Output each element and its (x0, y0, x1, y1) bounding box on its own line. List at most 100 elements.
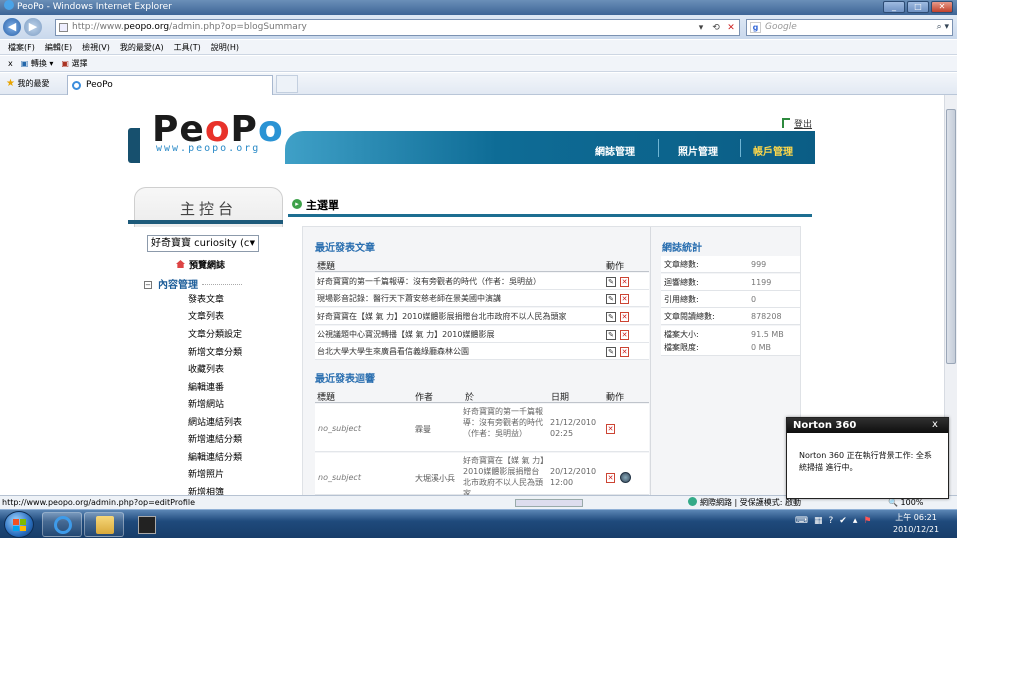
sidebar-item-add-link-category[interactable]: 新增連結分類 (188, 432, 242, 445)
edit-icon[interactable]: ✎ (606, 294, 616, 304)
sidebar-item-category-settings[interactable]: 文章分類設定 (188, 327, 242, 340)
refresh-icon[interactable]: ⟲ (710, 21, 722, 36)
delete-icon[interactable]: ✕ (620, 330, 629, 340)
search-placeholder: Google (765, 22, 797, 32)
search-box[interactable]: g Google ⌕ ▾ (746, 19, 953, 36)
globe-icon[interactable] (620, 472, 631, 483)
sidebar-item-add-album[interactable]: 新增相簿 (188, 485, 224, 495)
maximize-button[interactable]: □ (907, 1, 929, 13)
select-button[interactable]: ▣ 選擇 (61, 56, 87, 71)
menu-file[interactable]: 檔案(F) (8, 40, 35, 54)
clock[interactable]: 上午 06:21 2010/12/21 (893, 512, 939, 536)
browser-tab[interactable]: PeoPo (67, 75, 273, 95)
sidebar-item-add-site[interactable]: 新增網站 (188, 397, 224, 410)
security-zone[interactable]: 網際網路 | 受保護模式: 啟動 (688, 496, 801, 509)
forward-button[interactable]: ▶ (24, 18, 42, 36)
close-toolbar-icon[interactable]: x (8, 56, 13, 71)
blog-select-value: 好奇寶寶 curiosity (c (151, 238, 250, 249)
dropdown-icon[interactable]: ▾ (695, 21, 707, 36)
blog-select[interactable]: 好奇寶寶 curiosity (c ▼ (147, 235, 259, 252)
main-rule (288, 214, 812, 217)
ie-icon (4, 0, 14, 10)
comment-author: 霖曼 (415, 425, 431, 434)
menu-help[interactable]: 說明(H) (211, 40, 239, 54)
stats-title: 網誌統計 (662, 243, 702, 254)
sidebar-item-post[interactable]: 發表文章 (188, 292, 224, 305)
comment-about-link[interactable]: 好奇寶寶在【媒 氣 力】2010媒體影展捐贈台北市政府不以人民為頭家 (463, 455, 547, 495)
menu-view[interactable]: 檢視(V) (82, 40, 110, 54)
content-manage-section[interactable]: − 內容管理 (144, 276, 242, 291)
menubar: 檔案(F) 編輯(E) 檢視(V) 我的最愛(A) 工具(T) 說明(H) (0, 40, 957, 55)
nav-separator (658, 139, 659, 157)
delete-icon[interactable]: ✕ (606, 473, 615, 483)
search-icon[interactable]: ⌕ ▾ (937, 20, 949, 35)
sidebar-item-post-list[interactable]: 文章列表 (188, 309, 224, 322)
norton-close-button[interactable]: x (928, 418, 942, 432)
collapse-icon[interactable]: − (144, 281, 152, 289)
edit-icon[interactable]: ✎ (606, 312, 616, 322)
post-title-link[interactable]: 台北大學大學生來廣昌看信義綠廳森林公園 (317, 343, 602, 360)
sidebar-item-add-photo[interactable]: 新增照片 (188, 467, 224, 480)
media-icon (138, 516, 156, 534)
comment-about-link[interactable]: 好奇寶寶的第一千篇報導：沒有旁觀者的時代（作者：吳明益） (463, 406, 547, 439)
taskbar-ie-button[interactable] (42, 512, 82, 537)
delete-icon[interactable]: ✕ (620, 294, 629, 304)
start-button[interactable] (4, 511, 34, 538)
tray-flag-icon[interactable]: ⚑ (863, 516, 871, 526)
preview-blog-link[interactable]: 預覽網誌 (176, 258, 225, 271)
nav-account-manage[interactable]: 帳戶管理 (753, 143, 793, 158)
menu-edit[interactable]: 編輯(E) (45, 40, 72, 54)
tray-keyboard-icon[interactable]: ⌨ (795, 516, 808, 526)
post-title-link[interactable]: 公視議題中心寶況轉播【媒 氣 力】2010媒體影展 (317, 326, 602, 343)
nav-blog-manage[interactable]: 網誌管理 (595, 143, 635, 158)
sidebar-item-site-links[interactable]: 網站連結列表 (188, 415, 242, 428)
chevron-down-icon: ▼ (249, 239, 255, 247)
post-title-link[interactable]: 好奇寶寶在【媒 氣 力】2010媒體影展捐贈台北市政府不以人民為頭家 (317, 308, 602, 325)
delete-icon[interactable]: ✕ (606, 424, 615, 434)
post-title-link[interactable]: 現場影音記錄：醫行天下蕭安慈老師在景美國中演講 (317, 290, 602, 307)
comment-subject[interactable]: no_subject (318, 424, 361, 433)
section-label: 內容管理 (158, 280, 198, 291)
logo-ledge (128, 128, 140, 163)
minimize-button[interactable]: _ (883, 1, 905, 13)
menu-tools[interactable]: 工具(T) (174, 40, 201, 54)
convert-label: 轉換 (30, 59, 47, 68)
stop-icon[interactable]: ✕ (725, 21, 737, 36)
comment-subject[interactable]: no_subject (318, 473, 361, 482)
sidebar-item-bookmarks[interactable]: 收藏列表 (188, 362, 224, 375)
internet-zone-icon (688, 497, 697, 506)
menu-arrow-icon: ▸ (292, 199, 302, 209)
tray-network-icon[interactable]: ▦ (814, 516, 823, 526)
delete-icon[interactable]: ✕ (620, 347, 629, 357)
tray-help-icon[interactable]: ? (829, 516, 834, 526)
top-navbar: 網誌管理 照片管理 帳戶管理 (285, 131, 815, 164)
edit-icon[interactable]: ✎ (606, 330, 616, 340)
sidebar-item-add-category[interactable]: 新增文章分類 (188, 345, 242, 358)
stat-row: 文章總數: 999 (661, 256, 800, 273)
favorites-button[interactable]: ★ 我的最愛 (6, 78, 50, 89)
stat-row: 文章閱讀總數: 878208 (661, 308, 800, 325)
taskbar-media-button[interactable] (126, 512, 166, 537)
nav-photo-manage[interactable]: 照片管理 (678, 143, 718, 158)
post-title-link[interactable]: 好奇寶寶的第一千篇報導：沒有旁觀者的時代（作者：吳明益） (317, 273, 602, 290)
sidebar-item-edit-link-category[interactable]: 編輯連結分類 (188, 450, 242, 463)
tray-expand-icon[interactable]: ▴ (853, 516, 858, 526)
delete-icon[interactable]: ✕ (620, 312, 629, 322)
menu-favorites[interactable]: 我的最愛(A) (120, 40, 164, 54)
new-tab-button[interactable] (276, 75, 298, 93)
delete-icon[interactable]: ✕ (620, 277, 629, 287)
sidebar-item-edit[interactable]: 編輯連番 (188, 380, 224, 393)
window-titlebar: PeoPo - Windows Internet Explorer _ □ ✕ (0, 0, 957, 15)
logout-link[interactable]: 登出 (782, 117, 812, 130)
scrollbar-thumb[interactable] (946, 109, 956, 364)
norton-notification: Norton 360 x Norton 360 正在執行背景工作: 全系統掃描 … (786, 417, 949, 499)
close-window-button[interactable]: ✕ (931, 1, 953, 13)
stat-label: 迴響總數: (664, 278, 699, 287)
back-button[interactable]: ◀ (3, 18, 21, 36)
convert-button[interactable]: ▣ 轉換 ▾ (21, 56, 54, 71)
edit-icon[interactable]: ✎ (606, 347, 616, 357)
taskbar-explorer-button[interactable] (84, 512, 124, 537)
tray-norton-icon[interactable]: ✔ (839, 516, 847, 526)
edit-icon[interactable]: ✎ (606, 277, 616, 287)
address-bar[interactable]: http://www.peopo.org/admin.php?op=blogSu… (55, 19, 740, 36)
